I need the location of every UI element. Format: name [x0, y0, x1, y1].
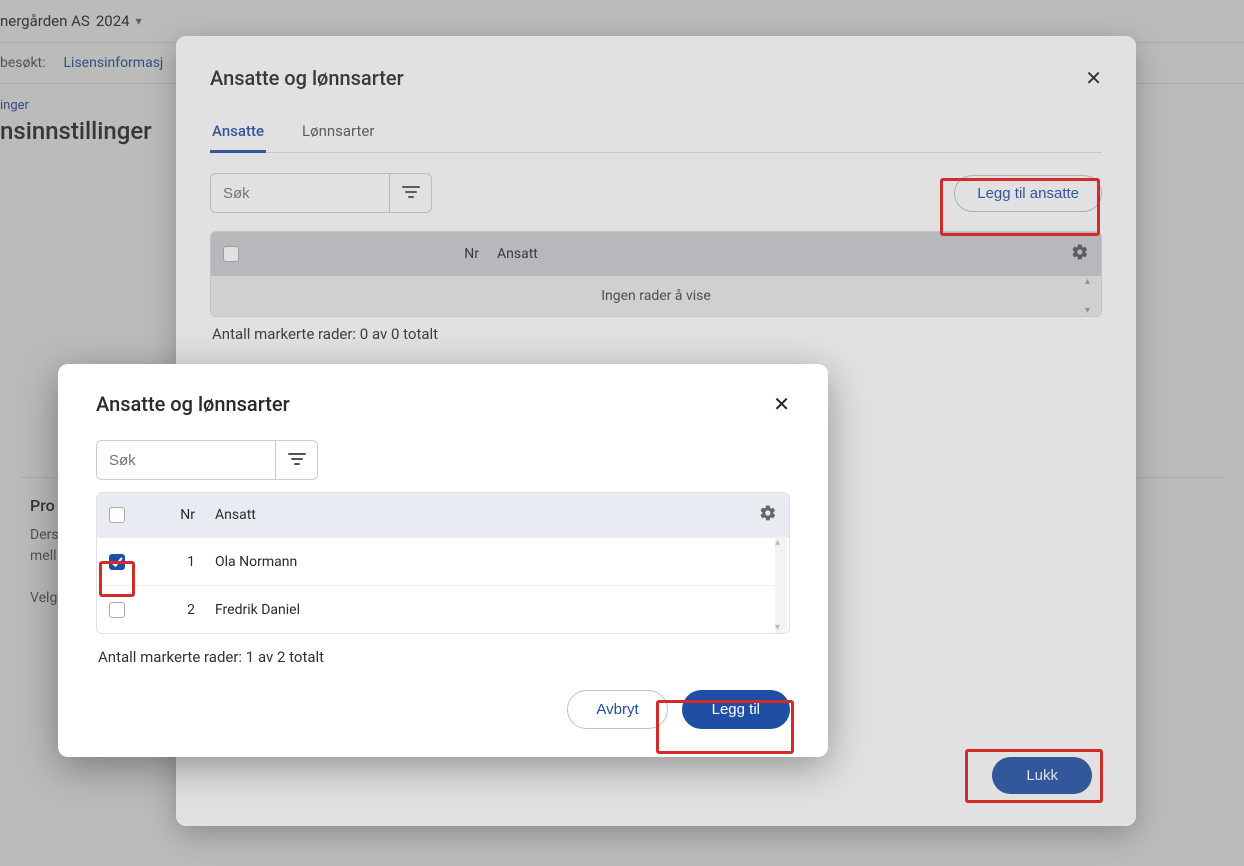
row-checkbox[interactable]	[109, 554, 125, 570]
tab-ansatte[interactable]: Ansatte	[210, 114, 266, 153]
gear-icon	[1071, 243, 1089, 261]
search-input[interactable]	[210, 173, 390, 213]
filter-icon	[402, 185, 420, 202]
scrollbar[interactable]: ▴▾	[775, 537, 787, 633]
empty-state: Ingen rader å vise ▴▾	[211, 276, 1101, 316]
modal-add-employees: Ansatte og lønnsarter ✕ Nr Ansatt 1 Ola …	[58, 364, 828, 757]
filter-icon	[288, 452, 306, 469]
close-icon[interactable]: ✕	[1085, 66, 1102, 90]
add-employees-button[interactable]: Legg til ansatte	[954, 175, 1102, 212]
row-nr: 1	[143, 554, 215, 570]
search-input[interactable]	[96, 440, 276, 480]
table-settings-button[interactable]	[747, 504, 777, 526]
table-header: Nr Ansatt	[211, 232, 1101, 276]
scrollbar[interactable]: ▴▾	[1085, 276, 1099, 316]
filter-button[interactable]	[276, 440, 318, 480]
table-header: Nr Ansatt	[97, 493, 789, 537]
column-ansatt: Ansatt	[215, 507, 747, 523]
select-all-checkbox[interactable]	[109, 507, 125, 523]
add-button[interactable]: Legg til	[682, 690, 790, 729]
row-nr: 2	[143, 602, 215, 618]
modal-title: Ansatte og lønnsarter	[210, 66, 404, 90]
employees-select-table: Nr Ansatt 1 Ola Normann 2 Fredrik Daniel…	[96, 492, 790, 634]
modal-title: Ansatte og lønnsarter	[96, 392, 290, 416]
filter-button[interactable]	[390, 173, 432, 213]
tab-lonnsarter[interactable]: Lønnsarter	[300, 114, 376, 152]
column-ansatt: Ansatt	[497, 246, 1059, 262]
table-settings-button[interactable]	[1059, 243, 1089, 265]
column-nr: Nr	[143, 507, 215, 523]
empty-text: Ingen rader å vise	[601, 288, 711, 304]
close-button[interactable]: Lukk	[992, 757, 1092, 794]
selected-count: Antall markerte rader: 0 av 0 totalt	[210, 317, 1102, 343]
table-row[interactable]: 2 Fredrik Daniel	[97, 585, 789, 633]
cancel-button[interactable]: Avbryt	[567, 690, 667, 729]
tabs: Ansatte Lønnsarter	[210, 114, 1102, 153]
row-ansatt: Ola Normann	[215, 554, 777, 570]
close-icon[interactable]: ✕	[773, 392, 790, 416]
search-group	[210, 173, 432, 213]
row-checkbox[interactable]	[109, 602, 125, 618]
employees-table: Nr Ansatt Ingen rader å vise ▴▾	[210, 231, 1102, 317]
selected-count: Antall markerte rader: 1 av 2 totalt	[96, 640, 790, 666]
search-group	[96, 440, 318, 480]
gear-icon	[759, 504, 777, 522]
row-ansatt: Fredrik Daniel	[215, 602, 777, 618]
select-all-checkbox[interactable]	[223, 246, 239, 262]
column-nr: Nr	[257, 246, 497, 262]
table-row[interactable]: 1 Ola Normann	[97, 537, 789, 585]
